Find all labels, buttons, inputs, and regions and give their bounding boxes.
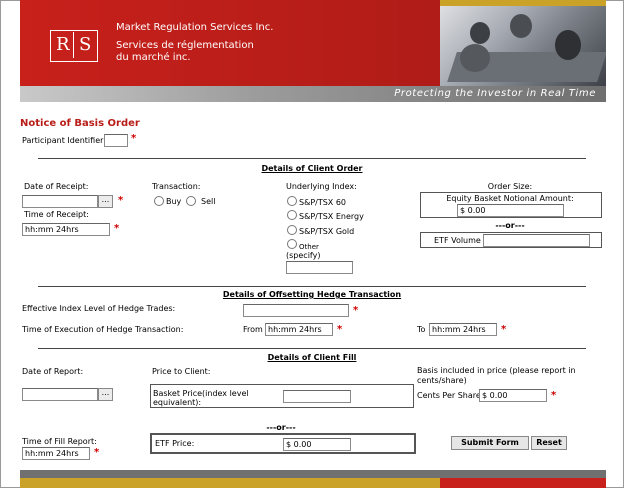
- time-execution-label: Time of Execution of Hedge Transaction:: [22, 325, 184, 334]
- footer-red-strip: [440, 478, 606, 488]
- tagline: Protecting the Investor in Real Time: [394, 88, 596, 99]
- section-client-fill: Details of Client Fill: [267, 353, 357, 362]
- time-receipt-label: Time of Receipt:: [24, 210, 89, 219]
- required-mark: *: [114, 223, 120, 234]
- required-mark: *: [501, 324, 507, 335]
- required-mark: *: [551, 390, 557, 401]
- time-fill-label: Time of Fill Report:: [22, 437, 97, 446]
- equity-amount-input[interactable]: $ 0.00: [457, 204, 564, 217]
- required-mark: *: [94, 447, 100, 458]
- buy-radio[interactable]: [154, 196, 164, 206]
- from-label: From: [243, 325, 263, 334]
- page-title: Notice of Basis Order: [20, 118, 140, 129]
- sell-label: Sell: [201, 197, 216, 206]
- calendar-button[interactable]: ...: [98, 195, 113, 208]
- underlying-index-label: Underlying Index:: [286, 182, 357, 191]
- buy-label: Buy: [166, 197, 182, 206]
- calendar-button[interactable]: ...: [98, 388, 113, 401]
- or-separator: ---or---: [266, 423, 296, 432]
- time-fill-input[interactable]: hh:mm 24hrs: [22, 447, 90, 460]
- divider: [38, 158, 586, 159]
- effective-index-input[interactable]: [243, 304, 349, 317]
- index-radio-sptsx60[interactable]: [287, 196, 297, 206]
- to-time-input[interactable]: hh:mm 24hrs: [429, 323, 497, 336]
- date-report-label: Date of Report:: [22, 367, 84, 376]
- date-receipt-label: Date of Receipt:: [24, 182, 89, 191]
- time-receipt-input[interactable]: hh:mm 24hrs: [22, 223, 110, 236]
- index-option-label: S&P/TSX Gold: [299, 227, 355, 236]
- effective-index-label: Effective Index Level of Hedge Trades:: [22, 304, 176, 313]
- divider: [38, 286, 586, 287]
- required-mark: *: [353, 305, 359, 316]
- reset-button[interactable]: Reset: [531, 436, 567, 450]
- index-option-label: Other: [299, 243, 319, 251]
- site-header: Protecting the Investor in Real Time R S…: [20, 0, 606, 104]
- cents-per-share-label: Cents Per Share: [417, 391, 481, 400]
- etf-volume-input[interactable]: [483, 234, 590, 247]
- price-to-client-label: Price to Client:: [152, 367, 211, 376]
- index-option-label: S&P/TSX 60: [299, 198, 347, 207]
- equity-amount-label: Equity Basket Notional Amount:: [446, 194, 574, 203]
- footer-gold-strip: [20, 478, 440, 488]
- index-radio-gold[interactable]: [287, 225, 297, 235]
- required-mark: *: [337, 324, 343, 335]
- submit-form-button[interactable]: Submit Form: [451, 436, 529, 450]
- specify-input[interactable]: [286, 261, 353, 274]
- header-photo: [440, 0, 606, 86]
- etf-volume-label: ETF Volume: [434, 236, 481, 245]
- required-mark: *: [131, 133, 137, 144]
- section-hedge: Details of Offsetting Hedge Transaction: [222, 290, 402, 299]
- org-name-fr: Services de réglementation du marché inc…: [116, 40, 254, 63]
- required-mark: *: [118, 195, 124, 206]
- date-receipt-input[interactable]: [22, 195, 98, 208]
- participant-label: Participant Identifier:: [22, 136, 106, 145]
- basket-price-input[interactable]: [283, 390, 351, 403]
- transaction-label: Transaction:: [152, 182, 201, 191]
- to-label: To: [417, 325, 426, 334]
- sell-radio[interactable]: [186, 196, 196, 206]
- section-client-order: Details of Client Order: [261, 164, 363, 173]
- index-radio-energy[interactable]: [287, 210, 297, 220]
- footer-bar: [20, 470, 606, 478]
- logo-letter-s: S: [79, 34, 92, 55]
- divider: [38, 348, 586, 349]
- order-size-label: Order Size:: [487, 182, 533, 191]
- org-name-en: Market Regulation Services Inc.: [116, 22, 274, 33]
- logo-letter-r: R: [56, 34, 70, 55]
- etf-price-label: ETF Price:: [155, 439, 195, 448]
- basis-label: Basis included in price (please report i…: [417, 366, 576, 385]
- index-radio-other[interactable]: [287, 239, 297, 249]
- or-separator: ---or---: [495, 221, 525, 230]
- etf-price-input[interactable]: $ 0.00: [283, 438, 351, 451]
- header-gold-strip: [440, 0, 606, 6]
- cents-per-share-input[interactable]: $ 0.00: [479, 389, 547, 402]
- specify-label: (specify): [286, 251, 321, 260]
- from-time-input[interactable]: hh:mm 24hrs: [265, 323, 333, 336]
- index-option-label: S&P/TSX Energy: [299, 212, 364, 221]
- date-report-input[interactable]: [22, 388, 98, 401]
- participant-input[interactable]: [104, 134, 128, 147]
- basket-price-label: Basket Price(index level equivalent):: [153, 389, 249, 407]
